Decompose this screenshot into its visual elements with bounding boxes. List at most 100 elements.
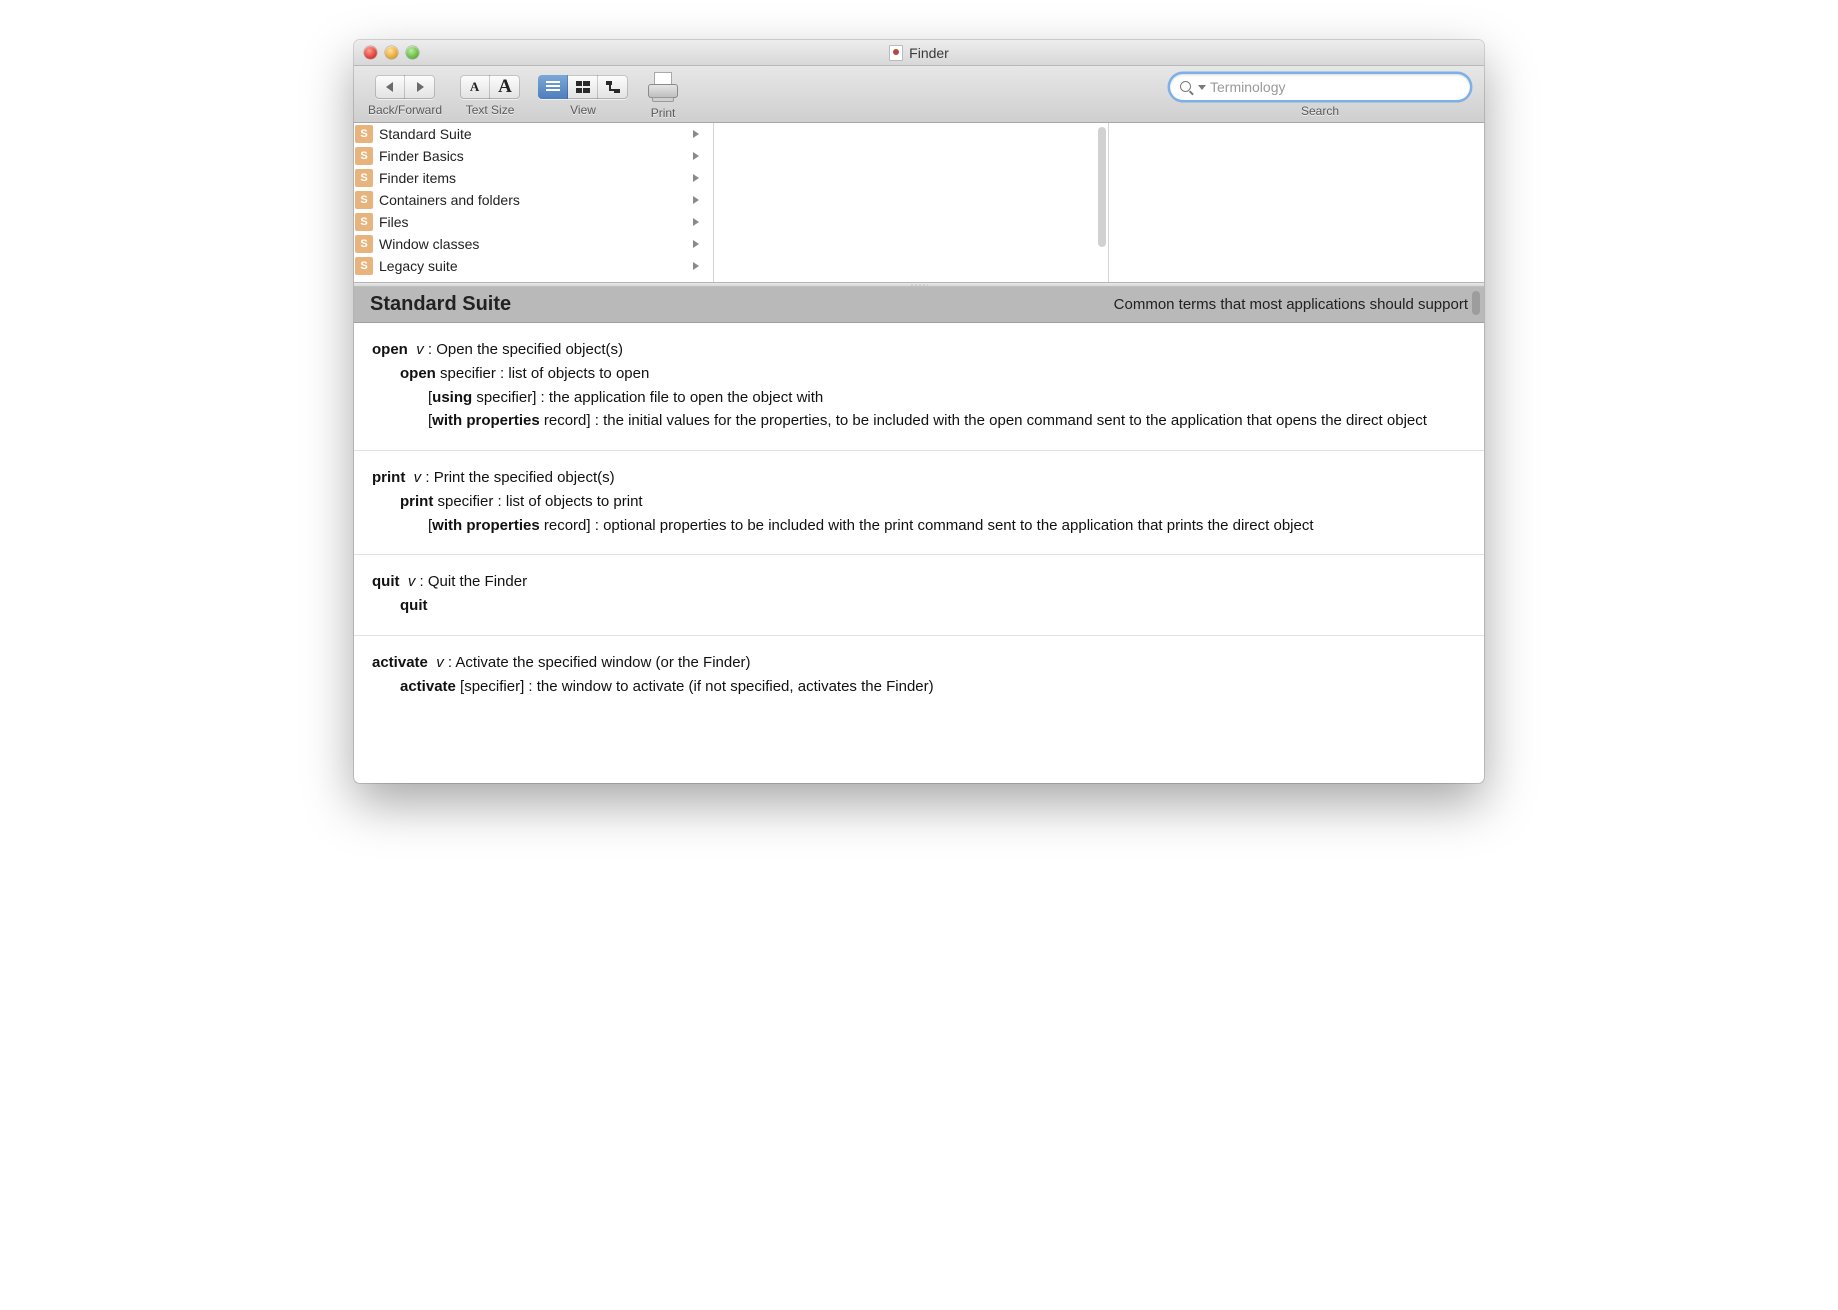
back-button[interactable]: [375, 75, 405, 99]
command-sig: quit: [400, 597, 428, 614]
scrollbar-thumb[interactable]: [1098, 127, 1106, 247]
command-sig-name: activate: [400, 678, 456, 695]
text-larger-button[interactable]: A: [490, 75, 520, 99]
command-kind: v: [408, 573, 416, 590]
printer-body-icon: [648, 84, 678, 98]
command-summary-text: Print the specified object(s): [434, 469, 615, 486]
suite-badge-icon: S: [355, 213, 373, 231]
command-name: print: [372, 469, 405, 486]
forward-button[interactable]: [405, 75, 435, 99]
window-title-group: Finder: [889, 45, 949, 61]
command-kind: v: [416, 341, 424, 358]
view-group: View: [538, 75, 628, 117]
suite-label: Files: [379, 214, 409, 230]
command-sig-desc: list of objects to print: [506, 493, 643, 510]
command-sig-desc: the window to activate (if not specified…: [537, 678, 934, 695]
detail-header: Standard Suite Common terms that most ap…: [354, 287, 1484, 323]
properties-column[interactable]: [1109, 123, 1484, 282]
detail-description: Common terms that most applications shou…: [1114, 296, 1468, 313]
document-icon: [889, 45, 903, 61]
command-name: open: [372, 341, 408, 358]
suite-label: Finder Basics: [379, 148, 464, 164]
colon: :: [498, 493, 506, 510]
chevron-down-icon: [1198, 85, 1206, 90]
chevron-right-icon: [693, 196, 699, 204]
suite-row[interactable]: S Finder items: [354, 167, 713, 189]
search-label: Search: [1301, 104, 1339, 118]
chevron-right-icon: [693, 152, 699, 160]
command-name: activate: [372, 654, 428, 671]
suites-column[interactable]: S Standard Suite S Finder Basics S Finde…: [354, 123, 714, 282]
window-frame: Finder Back/Forward A A: [354, 40, 1484, 783]
suite-row[interactable]: S Window classes: [354, 233, 713, 255]
command-name: quit: [372, 573, 400, 590]
text-smaller-button[interactable]: A: [460, 75, 490, 99]
minimize-button[interactable]: [385, 46, 398, 59]
suite-badge-icon: S: [355, 147, 373, 165]
param-keyword: with properties: [432, 517, 540, 534]
command-summary-text: Quit the Finder: [428, 573, 527, 590]
colon: :: [420, 573, 428, 590]
command-entry-quit: quit v : Quit the Finder quit: [354, 555, 1484, 636]
command-kind: v: [414, 469, 422, 486]
close-button[interactable]: [364, 46, 377, 59]
text-size-group: A A Text Size: [460, 75, 520, 117]
chevron-right-icon: [693, 240, 699, 248]
suite-label: Containers and folders: [379, 192, 520, 208]
detail-pane[interactable]: open v : Open the specified object(s) op…: [354, 323, 1484, 783]
suite-row[interactable]: S Files: [354, 211, 713, 233]
param-desc: the application file to open the object …: [549, 389, 823, 406]
chevron-right-icon: [693, 218, 699, 226]
view-label: View: [570, 103, 596, 117]
param-type-text: specifier: [476, 389, 532, 406]
param-type-text: record: [544, 412, 587, 429]
detail-title: Standard Suite: [370, 293, 511, 316]
tree-icon: [606, 81, 620, 93]
scrollbar-thumb[interactable]: [1472, 291, 1480, 315]
command-summary-text: Open the specified object(s): [436, 341, 623, 358]
suite-row[interactable]: S Containers and folders: [354, 189, 713, 211]
suite-label: Standard Suite: [379, 126, 472, 142]
command-sig-name: print: [400, 493, 433, 510]
suite-row[interactable]: S Legacy suite: [354, 255, 713, 277]
suite-label: Window classes: [379, 236, 479, 252]
suite-row[interactable]: S Finder Basics: [354, 145, 713, 167]
back-forward-segmented: [375, 75, 435, 99]
toolbar: Back/Forward A A Text Size: [354, 66, 1484, 123]
traffic-lights: [364, 46, 419, 59]
titlebar: Finder: [354, 40, 1484, 66]
colon: :: [425, 469, 433, 486]
print-button[interactable]: [646, 72, 680, 102]
chevron-right-icon: [693, 130, 699, 138]
chevron-right-icon: [693, 174, 699, 182]
suite-badge-icon: S: [355, 169, 373, 187]
view-suites-button[interactable]: [538, 75, 568, 99]
command-sig-param-text: specifier: [440, 365, 496, 382]
search-placeholder: Terminology: [1210, 79, 1285, 95]
letter-a-small-icon: A: [470, 79, 479, 95]
command-entry-open: open v : Open the specified object(s) op…: [354, 323, 1484, 451]
suite-row[interactable]: S Standard Suite: [354, 123, 713, 145]
items-column[interactable]: [714, 123, 1109, 282]
print-group: Print: [646, 72, 680, 120]
scrollbar[interactable]: [1098, 127, 1106, 278]
text-size-segmented: A A: [460, 75, 520, 99]
view-hierarchy-button[interactable]: [598, 75, 628, 99]
printer-tray-icon: [652, 97, 674, 102]
command-summary: :: [428, 341, 436, 358]
view-grid-button[interactable]: [568, 75, 598, 99]
text-size-label: Text Size: [466, 103, 515, 117]
chevron-right-icon: [693, 262, 699, 270]
search-input[interactable]: Terminology: [1170, 74, 1470, 100]
arrow-right-icon: [417, 82, 424, 92]
suite-label: Finder items: [379, 170, 456, 186]
suite-badge-icon: S: [355, 235, 373, 253]
window-title: Finder: [909, 45, 949, 61]
list-icon: [546, 81, 560, 93]
command-entry-activate: activate v : Activate the specified wind…: [354, 636, 1484, 716]
command-sig-param-text: specifier: [464, 678, 520, 695]
suite-label: Legacy suite: [379, 258, 458, 274]
colon: :: [595, 517, 603, 534]
zoom-button[interactable]: [406, 46, 419, 59]
print-label: Print: [651, 106, 676, 120]
